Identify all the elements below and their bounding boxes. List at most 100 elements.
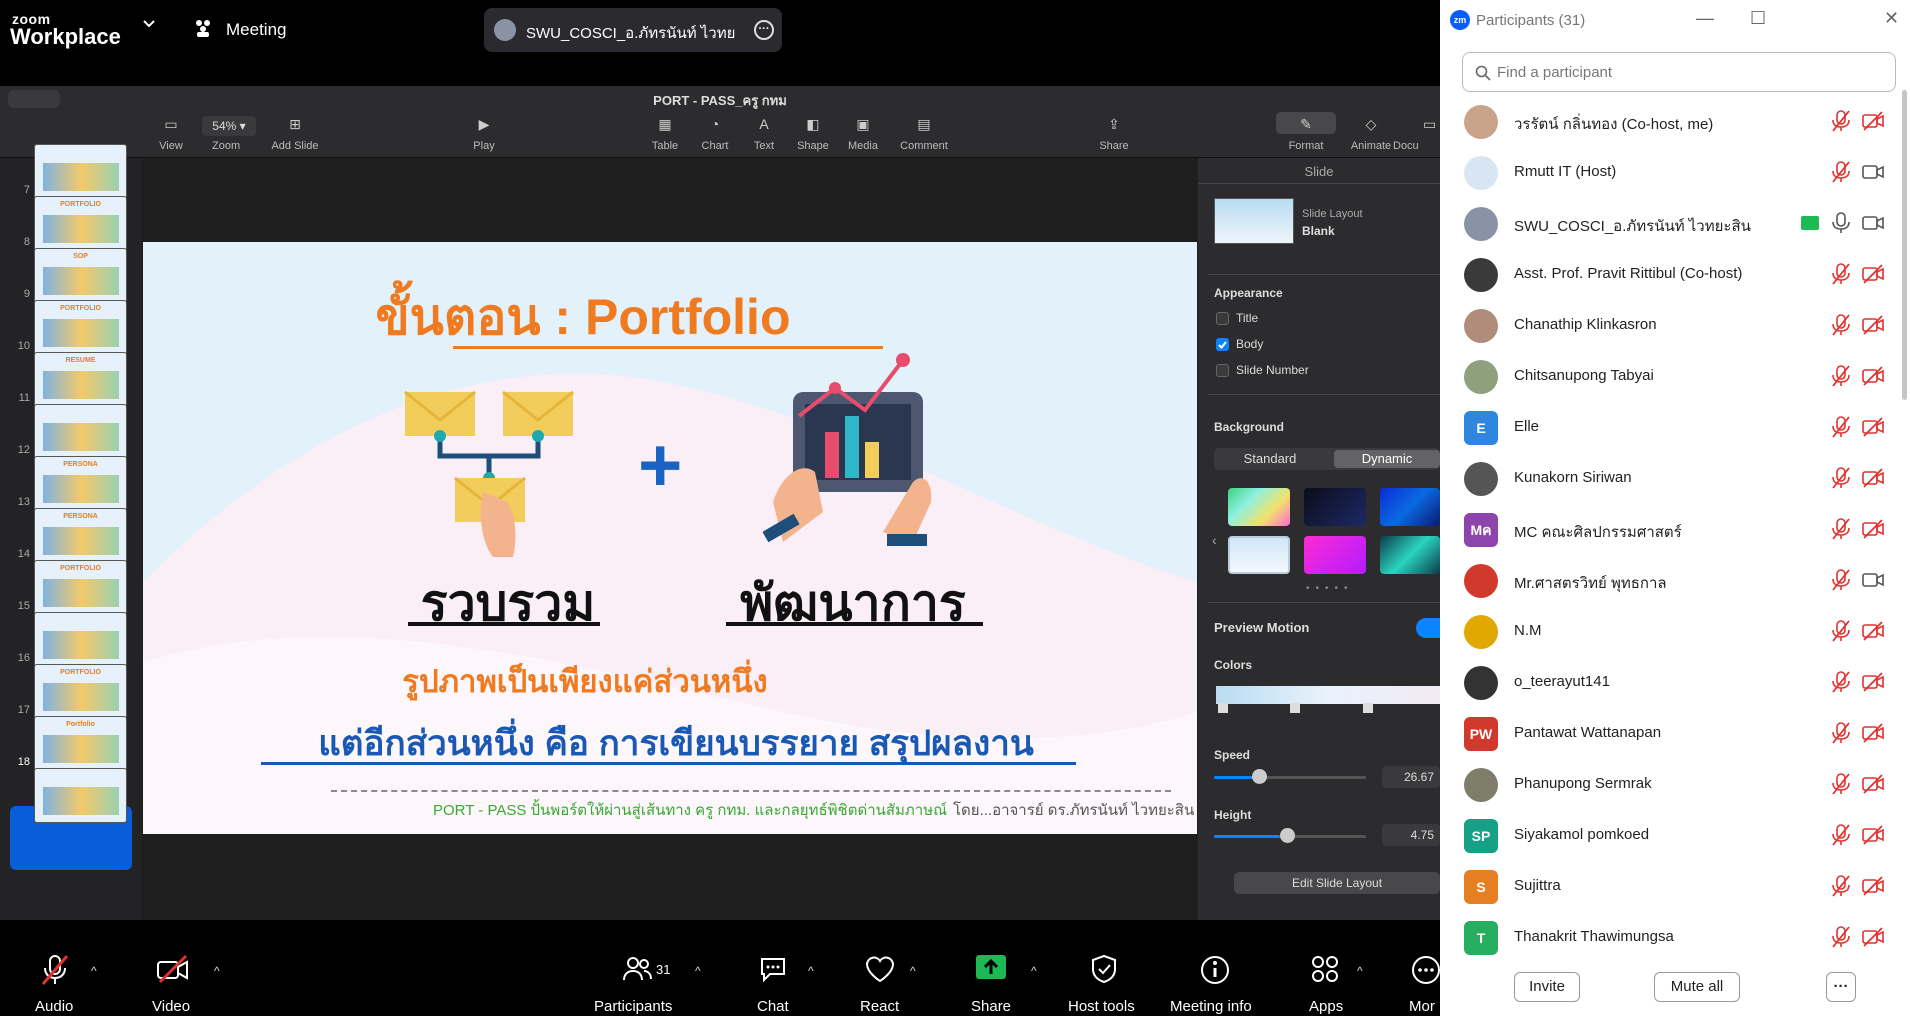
bg-swatch-1[interactable]: [1228, 488, 1290, 526]
video-off-icon[interactable]: [1862, 519, 1884, 539]
more-options-button[interactable]: ···: [1826, 972, 1856, 1002]
react-button[interactable]: [864, 954, 896, 984]
title-checkbox[interactable]: [1216, 312, 1229, 325]
view-button[interactable]: ▭ View: [136, 116, 206, 152]
mic-muted-icon[interactable]: [1831, 875, 1851, 897]
participant-row[interactable]: o_teerayut141: [1440, 657, 1910, 708]
media-button[interactable]: ▣ Media: [828, 116, 898, 152]
speed-value[interactable]: 26.67: [1382, 766, 1440, 788]
video-off-icon[interactable]: [1862, 264, 1884, 284]
close-icon[interactable]: ✕: [1884, 8, 1899, 29]
participant-row[interactable]: Mr.ศาสตรวิทย์ พุทธกาล: [1440, 555, 1910, 606]
video-icon[interactable]: [1862, 570, 1884, 590]
mic-muted-icon[interactable]: [1831, 518, 1851, 540]
format-button[interactable]: ✎ Format: [1271, 116, 1341, 152]
mic-muted-icon[interactable]: [1831, 620, 1851, 642]
maximize-icon[interactable]: ☐: [1750, 8, 1766, 29]
mic-muted-icon[interactable]: [1831, 671, 1851, 693]
slide-thumbnail[interactable]: SOP: [34, 248, 127, 303]
video-button[interactable]: [156, 954, 190, 984]
react-caret-icon[interactable]: ^: [910, 964, 916, 978]
dynamic-tab[interactable]: Dynamic: [1334, 450, 1440, 468]
preview-motion-toggle[interactable]: [1416, 618, 1440, 638]
mic-muted-icon[interactable]: [1831, 773, 1851, 795]
video-off-icon[interactable]: [1862, 672, 1884, 692]
zoom-select[interactable]: 54% ▾: [202, 116, 256, 136]
speed-slider-knob[interactable]: [1252, 769, 1267, 784]
video-off-icon[interactable]: [1862, 927, 1884, 947]
participant-row[interactable]: T Thanakrit Thawimungsa: [1440, 912, 1910, 963]
slide-thumbnail[interactable]: [34, 144, 127, 199]
slide-thumbnail[interactable]: PERSONA: [34, 456, 127, 511]
participant-row[interactable]: Kunakorn Siriwan: [1440, 453, 1910, 504]
standard-tab[interactable]: Standard: [1214, 448, 1326, 470]
participant-row[interactable]: S Sujittra: [1440, 861, 1910, 912]
video-off-icon[interactable]: [1862, 366, 1884, 386]
height-value[interactable]: 4.75: [1382, 824, 1440, 846]
body-checkbox[interactable]: [1216, 338, 1229, 351]
color-stop-2[interactable]: [1290, 703, 1300, 713]
play-button[interactable]: ▶ Play: [449, 116, 519, 152]
mic-muted-icon[interactable]: [1831, 824, 1851, 846]
slide-thumbnail[interactable]: PORTFOLIO: [34, 196, 127, 251]
participant-search-input[interactable]: Find a participant: [1462, 52, 1896, 92]
video-off-icon[interactable]: [1862, 876, 1884, 896]
participant-row[interactable]: N.M: [1440, 606, 1910, 657]
host-tools-button[interactable]: [1090, 954, 1118, 984]
mic-muted-icon[interactable]: [1831, 365, 1851, 387]
color-stop-3[interactable]: [1363, 703, 1373, 713]
video-off-icon[interactable]: [1862, 621, 1884, 641]
participant-row[interactable]: Phanupong Sermrak: [1440, 759, 1910, 810]
layout-preview[interactable]: [1214, 198, 1294, 244]
screen-share-indicator[interactable]: SWU_COSCI_อ.ภัทรนันท์ ไวทยะสิน's s ···: [484, 8, 782, 52]
mic-muted-icon[interactable]: [1831, 161, 1851, 183]
mic-muted-icon[interactable]: [1831, 467, 1851, 489]
video-off-icon[interactable]: [1862, 774, 1884, 794]
color-stop-1[interactable]: [1218, 703, 1228, 713]
share-screen-button[interactable]: [975, 954, 1007, 982]
participant-row[interactable]: วรรัตน์ กลิ่นทอง (Co-host, me): [1440, 96, 1910, 147]
mic-muted-icon[interactable]: [1831, 416, 1851, 438]
video-off-icon[interactable]: [1862, 468, 1884, 488]
participant-row[interactable]: E Elle: [1440, 402, 1910, 453]
video-off-icon[interactable]: [1862, 315, 1884, 335]
slide-number-checkbox[interactable]: [1216, 364, 1229, 377]
height-slider-knob[interactable]: [1280, 828, 1295, 843]
mic-muted-icon[interactable]: [1831, 722, 1851, 744]
video-off-icon[interactable]: [1862, 723, 1884, 743]
meeting-info-button[interactable]: [1199, 954, 1231, 986]
mic-muted-icon[interactable]: [1831, 926, 1851, 948]
bg-swatch-2[interactable]: [1304, 488, 1366, 526]
slide-thumbnail[interactable]: [34, 768, 127, 823]
mute-all-button[interactable]: Mute all: [1654, 972, 1740, 1002]
participant-row[interactable]: Chanathip Klinkasron: [1440, 300, 1910, 351]
slide-thumbnail[interactable]: PERSONA: [34, 508, 127, 563]
participant-row[interactable]: Rmutt IT (Host): [1440, 147, 1910, 198]
participant-row[interactable]: Asst. Prof. Pravit Rittibul (Co-host): [1440, 249, 1910, 300]
video-caret-icon[interactable]: ^: [214, 964, 220, 978]
participant-row[interactable]: Mค MC คณะศิลปกรรมศาสตร์: [1440, 504, 1910, 555]
slide-thumbnail[interactable]: [34, 612, 127, 667]
video-icon[interactable]: [1862, 162, 1884, 182]
participant-row[interactable]: PW Pantawat Wattanapan: [1440, 708, 1910, 759]
audio-caret-icon[interactable]: ^: [91, 964, 97, 978]
apps-caret-icon[interactable]: ^: [1357, 964, 1363, 978]
video-icon[interactable]: [1862, 213, 1884, 233]
chevron-down-icon[interactable]: [143, 20, 155, 28]
bg-swatch-selected[interactable]: [1228, 536, 1290, 574]
share-caret-icon[interactable]: ^: [1031, 964, 1037, 978]
speed-slider[interactable]: [1214, 776, 1366, 779]
bg-swatch-3[interactable]: [1380, 488, 1440, 526]
apps-button[interactable]: [1310, 954, 1340, 984]
participant-row[interactable]: Chitsanupong Tabyai: [1440, 351, 1910, 402]
slide-thumbnail[interactable]: RESUME: [34, 352, 127, 407]
edit-slide-layout-button[interactable]: Edit Slide Layout: [1234, 872, 1440, 894]
more-options-icon[interactable]: ···: [754, 20, 774, 40]
slide-thumbnail[interactable]: PORTFOLIO: [34, 560, 127, 615]
audio-button[interactable]: [40, 954, 70, 986]
bg-swatch-5[interactable]: [1304, 536, 1366, 574]
slide-thumbnail[interactable]: Portfolio: [34, 716, 127, 771]
participants-caret-icon[interactable]: ^: [695, 964, 701, 978]
chat-caret-icon[interactable]: ^: [808, 964, 814, 978]
video-off-icon[interactable]: [1862, 825, 1884, 845]
